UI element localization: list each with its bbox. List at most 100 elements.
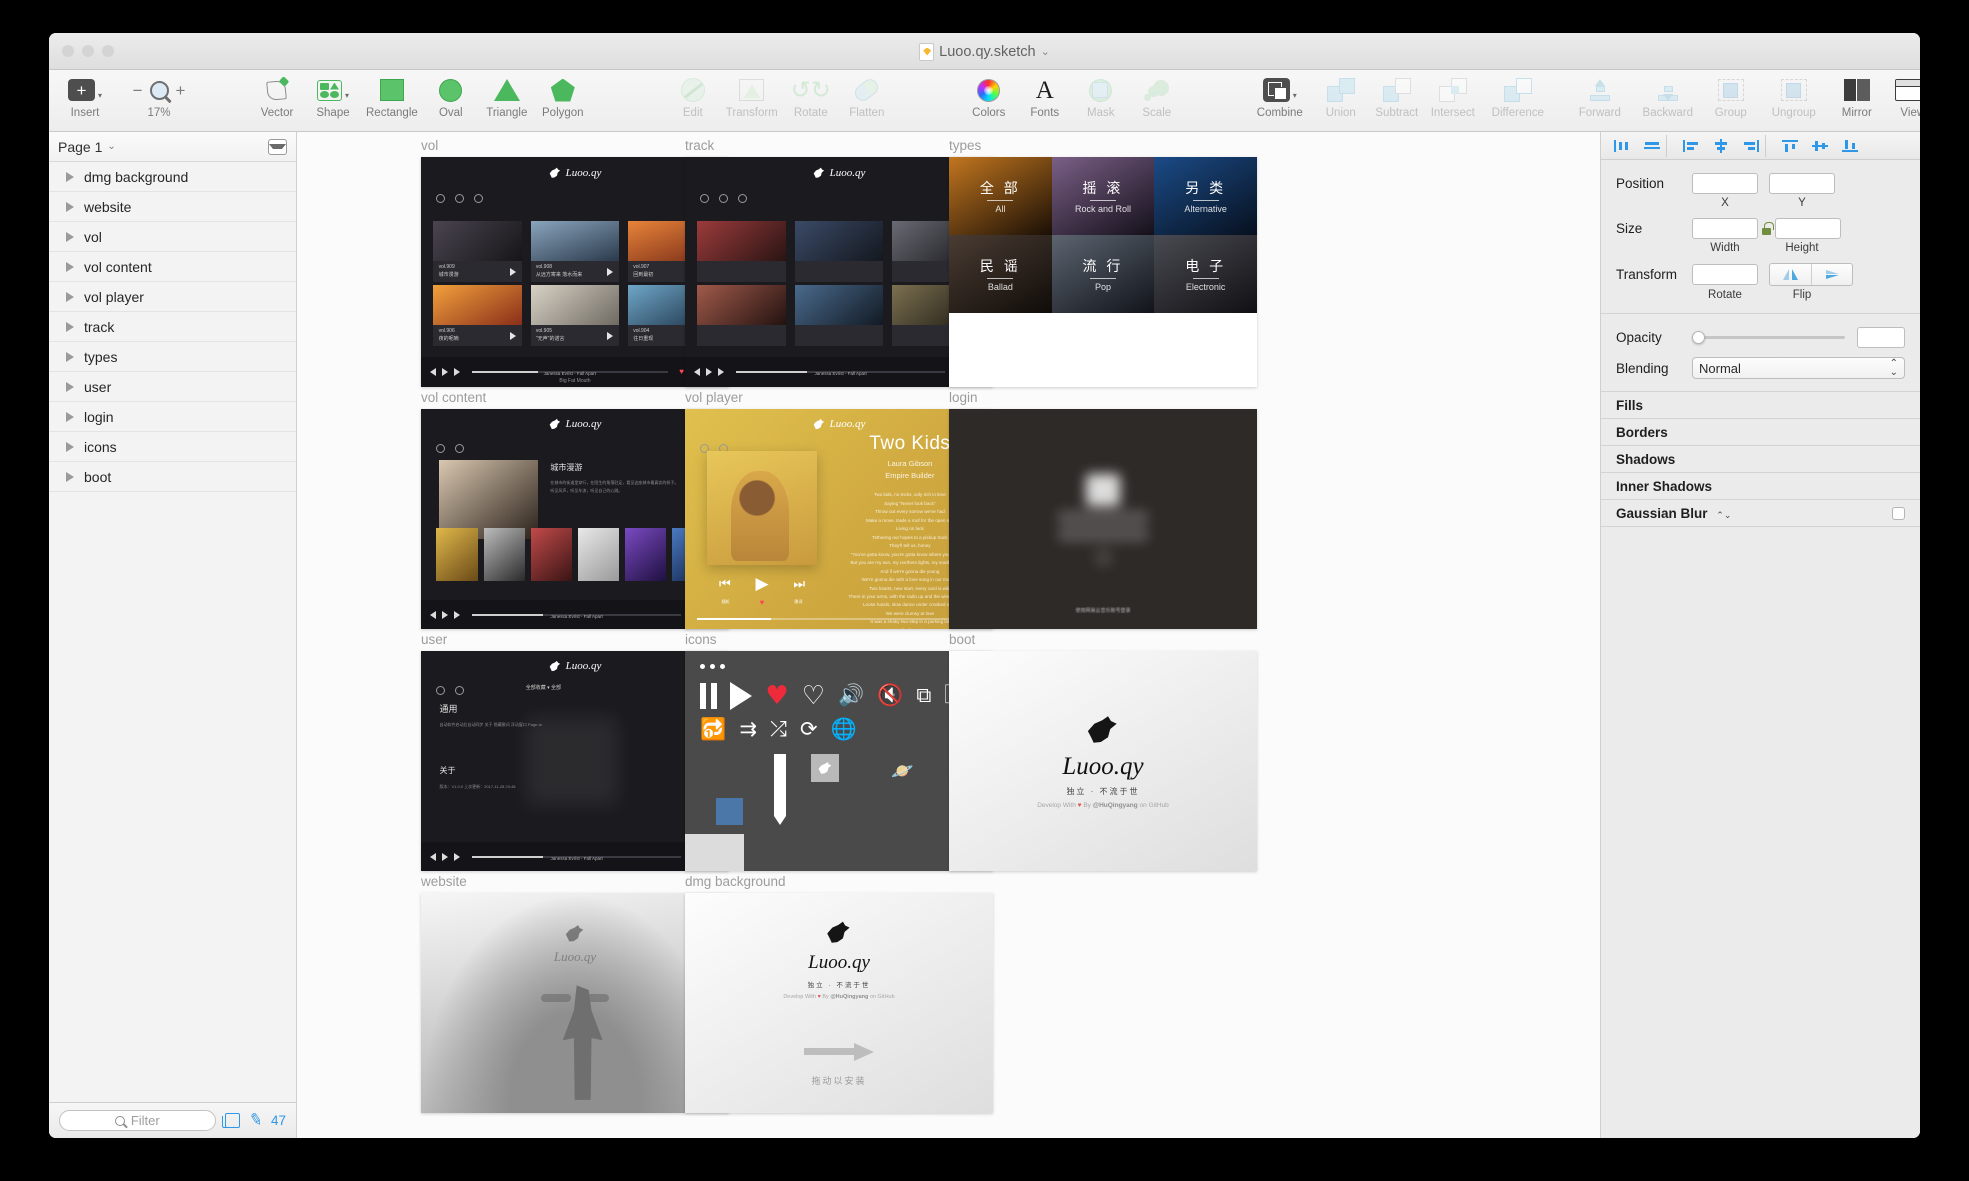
credit-author[interactable]: @HuQingyang bbox=[830, 994, 868, 1000]
previous-icon[interactable]: ⏮ bbox=[719, 577, 731, 590]
combine-button[interactable]: ▾ Combine bbox=[1247, 75, 1313, 119]
genre-tile-pop[interactable]: 流 行 Pop bbox=[1052, 235, 1155, 313]
zoom-in-icon[interactable]: + bbox=[176, 82, 186, 99]
page-selector[interactable]: Page 1 ⌄ bbox=[49, 132, 296, 162]
pen-icon[interactable]: ✎ bbox=[247, 1111, 263, 1129]
playback-controls[interactable]: ⏮ ▶ ⏭ bbox=[707, 575, 818, 592]
canvas[interactable]: vol Luoo.qy vol bbox=[297, 132, 1600, 1138]
username-field[interactable] bbox=[1059, 512, 1147, 523]
download-button[interactable] bbox=[541, 994, 571, 1002]
progress-bar[interactable] bbox=[697, 618, 980, 620]
nav-icons[interactable] bbox=[436, 444, 464, 453]
heart-icon[interactable]: ♥ bbox=[760, 599, 765, 607]
submit-button[interactable] bbox=[1097, 551, 1110, 564]
group-button[interactable]: Group bbox=[1703, 75, 1759, 119]
track-card[interactable] bbox=[795, 285, 884, 345]
play-icon[interactable] bbox=[607, 332, 613, 340]
track-thumb[interactable] bbox=[625, 528, 667, 581]
disclosure-triangle-icon[interactable] bbox=[66, 382, 74, 392]
track-thumb[interactable] bbox=[436, 528, 478, 581]
play-icon[interactable] bbox=[510, 268, 516, 276]
section-fills[interactable]: Fills bbox=[1601, 392, 1920, 419]
play-icon[interactable]: ▶ bbox=[755, 575, 768, 592]
login-form[interactable] bbox=[1059, 474, 1147, 564]
flatten-button[interactable]: Flatten bbox=[839, 75, 895, 119]
volume-mute-icon[interactable]: 🔇 bbox=[877, 685, 903, 706]
disclosure-triangle-icon[interactable] bbox=[66, 442, 74, 452]
ungroup-button[interactable]: Ungroup bbox=[1759, 75, 1829, 119]
layer-row-types[interactable]: types bbox=[49, 342, 296, 372]
backward-button[interactable]: Backward bbox=[1633, 75, 1703, 119]
zoom-out-icon[interactable]: − bbox=[133, 82, 143, 99]
player-bar[interactable]: Janessa Evrist - Fall Apart ♥ bbox=[421, 842, 729, 871]
player-bar[interactable]: Janessa Evrist - Fall Apart ♥ bbox=[421, 600, 729, 629]
scale-button[interactable]: Scale bbox=[1129, 75, 1185, 119]
track-card[interactable] bbox=[697, 221, 786, 281]
progress-bar[interactable]: Janessa Evrist - Fall Apart bbox=[736, 371, 946, 373]
section-shadows[interactable]: Shadows bbox=[1601, 446, 1920, 473]
genre-tile-ballad[interactable]: 民 谣 Ballad bbox=[949, 235, 1052, 313]
genre-tile-alternative[interactable]: 另 类 Alternative bbox=[1154, 157, 1257, 235]
playback-controls[interactable] bbox=[430, 853, 460, 861]
chevron-down-icon[interactable]: ⌄ bbox=[1041, 45, 1050, 58]
user-nav[interactable]: 全部收藏 ▾ 全部 bbox=[526, 684, 561, 691]
pause-icon[interactable] bbox=[700, 683, 717, 709]
gaussian-blur-checkbox[interactable] bbox=[1892, 507, 1905, 520]
playback-controls[interactable] bbox=[694, 368, 724, 376]
progress-bar[interactable]: Janessa Evrist - Fall Apart bbox=[472, 614, 682, 616]
nav-icons[interactable] bbox=[436, 194, 483, 203]
globe-icon[interactable]: 🌐 bbox=[831, 719, 857, 740]
playback-controls[interactable] bbox=[430, 611, 460, 619]
progress-bar[interactable]: Janessa Evrist - Fall Apart bbox=[472, 856, 682, 858]
toggle-panel-button[interactable] bbox=[268, 139, 287, 155]
forward-button[interactable]: Forward bbox=[1567, 75, 1633, 119]
stepper-icon[interactable]: ⌃⌄ bbox=[1716, 510, 1731, 520]
progress-bar[interactable]: Janessa Evrist - Fall Apart bbox=[472, 371, 668, 373]
section-borders[interactable]: Borders bbox=[1601, 419, 1920, 446]
layer-row-website[interactable]: website bbox=[49, 192, 296, 222]
layer-row-boot[interactable]: boot bbox=[49, 462, 296, 492]
artboard-vol-content[interactable]: Luoo.qy 城市漫游 在城市的街道里穿行，在陌生的角落驻足，看见这座城市最真… bbox=[421, 409, 729, 629]
align-top-icon[interactable] bbox=[1775, 135, 1805, 157]
artboard-website[interactable]: Luoo.qy bbox=[421, 893, 729, 1113]
nav-icons[interactable] bbox=[700, 194, 747, 203]
repeat-list-icon[interactable]: ⇉ bbox=[740, 719, 758, 740]
flip-buttons[interactable] bbox=[1769, 263, 1853, 286]
rectangle-tool[interactable]: Rectangle bbox=[361, 75, 423, 119]
section-gaussian-blur[interactable]: Gaussian Blur ⌃⌄ bbox=[1601, 500, 1920, 527]
player-options[interactable]: 随机 ♥ 歌词 bbox=[707, 599, 818, 607]
artboard-boot[interactable]: Luoo.qy 独立 · 不流于世 Develop With ♥ By @HuQ… bbox=[949, 651, 1257, 871]
triangle-tool[interactable]: Triangle bbox=[479, 75, 535, 119]
lock-aspect-icon[interactable] bbox=[1761, 222, 1772, 235]
disclosure-triangle-icon[interactable] bbox=[66, 472, 74, 482]
link-icon[interactable]: ⧉ bbox=[916, 685, 931, 706]
layer-row-user[interactable]: user bbox=[49, 372, 296, 402]
layer-row-login[interactable]: login bbox=[49, 402, 296, 432]
artboard-track[interactable]: Luoo.qy Janessa Evrist bbox=[685, 157, 993, 387]
heart-filled-icon[interactable]: ♥ bbox=[765, 683, 788, 709]
play-icon[interactable] bbox=[510, 332, 516, 340]
page-name[interactable]: Page 1 ⌄ bbox=[58, 139, 116, 155]
close-button[interactable] bbox=[62, 45, 74, 57]
shuffle-label[interactable]: 随机 bbox=[722, 599, 730, 607]
minimize-button[interactable] bbox=[82, 45, 94, 57]
volume-on-icon[interactable]: 🔊 bbox=[838, 685, 864, 706]
track-thumb[interactable] bbox=[578, 528, 620, 581]
position-y-input[interactable] bbox=[1769, 173, 1835, 194]
disclosure-triangle-icon[interactable] bbox=[66, 292, 74, 302]
align-middle-icon[interactable] bbox=[1805, 135, 1835, 157]
layer-row-icons[interactable]: icons bbox=[49, 432, 296, 462]
opacity-slider[interactable] bbox=[1692, 336, 1845, 339]
disclosure-triangle-icon[interactable] bbox=[66, 202, 74, 212]
vol-card[interactable]: vol.906 夜的呢喃 bbox=[433, 285, 522, 345]
height-input[interactable] bbox=[1775, 218, 1841, 239]
layer-row-vol[interactable]: vol bbox=[49, 222, 296, 252]
vol-card[interactable]: vol.909 城市漫游 bbox=[433, 221, 522, 281]
track-thumb[interactable] bbox=[484, 528, 526, 581]
oval-tool[interactable]: Oval bbox=[423, 75, 479, 119]
subtract-button[interactable]: Subtract bbox=[1369, 75, 1425, 119]
layer-row-vol-player[interactable]: vol player bbox=[49, 282, 296, 312]
heart-icon[interactable]: ♥ bbox=[679, 368, 684, 376]
align-left-icon[interactable] bbox=[1607, 135, 1637, 157]
flip-vertical-icon[interactable] bbox=[1811, 264, 1852, 285]
